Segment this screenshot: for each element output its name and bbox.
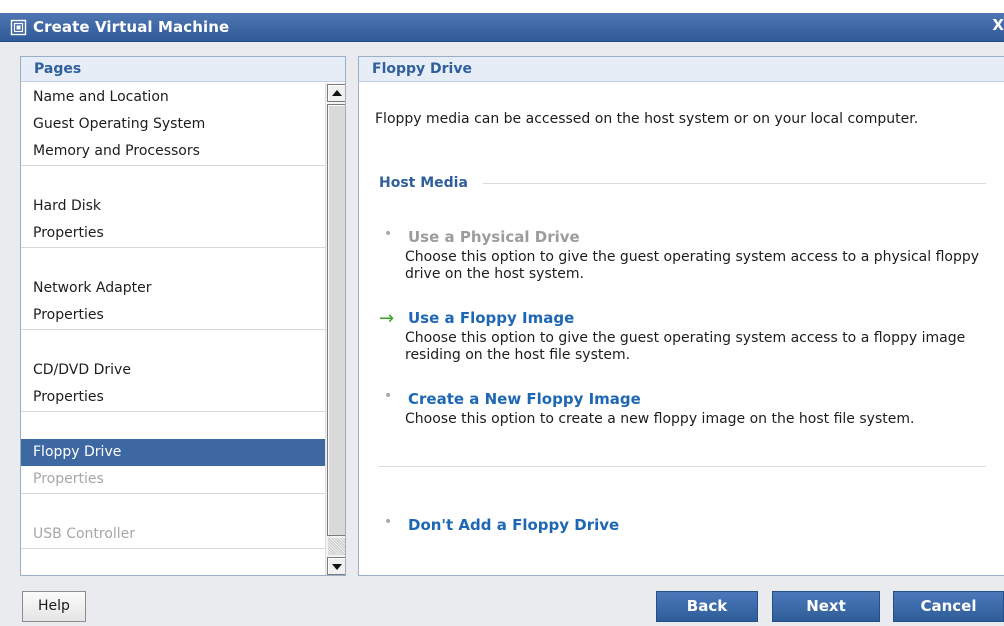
intro-text: Floppy media can be accessed on the host… [375,111,919,127]
scroll-up-button[interactable] [327,84,345,102]
page-item-cd-dvd-drive[interactable]: CD/DVD Drive [21,357,325,384]
window-title-bar: Create Virtual Machine X [0,13,1004,42]
page-item-network-adapter[interactable]: Network Adapter [21,275,325,302]
page-item-hard-disk-properties[interactable]: Properties [21,220,325,247]
content-header: Floppy Drive [359,57,1004,82]
page-item-cd-dvd-drive-properties[interactable]: Properties [21,384,325,411]
arrow-right-icon: → [379,308,395,329]
page-item-floppy-drive-properties: Properties [33,471,104,487]
dont-add-floppy-drive-link[interactable]: Don't Add a Floppy Drive [408,516,619,534]
close-icon[interactable]: X [992,16,1004,38]
use-physical-drive-description: Choose this option to give the guest ope… [405,249,980,282]
page-group-hard-disk: Hard Disk Properties [21,166,325,248]
pages-panel: Pages Name and Location Guest Operating … [20,56,346,576]
scroll-track[interactable] [328,538,345,555]
use-floppy-image-link[interactable]: Use a Floppy Image [408,309,574,327]
page-group-basic: Name and Location Guest Operating System… [21,83,325,166]
section-divider [483,183,986,184]
chevron-down-icon [332,564,342,570]
options-divider [379,466,986,467]
bullet-icon: • [384,514,393,530]
host-media-heading: Host Media [379,174,472,192]
page-group-network-adapter: Network Adapter Properties [21,248,325,330]
page-item-name-and-location[interactable]: Name and Location [21,84,325,111]
page-spacer [21,495,325,521]
page-group-usb-controller: USB Controller [21,494,325,549]
scroll-down-button[interactable] [327,557,345,575]
floppy-drive-panel: Floppy Drive Floppy media can be accesse… [358,56,1004,576]
bullet-icon: • [384,226,393,242]
bullet-icon: • [384,388,393,404]
page-item-hard-disk[interactable]: Hard Disk [21,193,325,220]
virtual-machine-icon [10,19,27,36]
pages-list: Name and Location Guest Operating System… [21,83,325,575]
page-item-guest-operating-system[interactable]: Guest Operating System [21,111,325,138]
page-spacer [21,331,325,357]
window-title: Create Virtual Machine [33,18,230,36]
page-item-usb-controller: USB Controller [33,526,136,542]
chevron-up-icon [332,90,342,96]
page-spacer [21,167,325,193]
use-physical-drive-link: Use a Physical Drive [408,228,580,246]
create-new-floppy-image-link[interactable]: Create a New Floppy Image [408,390,641,408]
cancel-button[interactable]: Cancel [893,591,1004,622]
back-button[interactable]: Back [656,591,758,622]
create-new-floppy-image-description: Choose this option to create a new flopp… [405,411,915,427]
page-spacer [21,413,325,439]
dialog-body: Pages Name and Location Guest Operating … [0,42,1004,626]
next-button[interactable]: Next [772,591,880,622]
page-spacer [21,249,325,275]
page-item-network-adapter-properties[interactable]: Properties [21,302,325,329]
page-item-floppy-drive[interactable]: Floppy Drive [21,439,325,466]
page-group-floppy-drive: Floppy Drive Properties [21,412,325,494]
help-button[interactable]: Help [22,591,86,622]
scroll-thumb[interactable] [327,104,345,536]
page-item-memory-and-processors[interactable]: Memory and Processors [21,138,325,165]
pages-scrollbar[interactable] [325,83,345,575]
pages-header: Pages [21,57,345,82]
use-floppy-image-description: Choose this option to give the guest ope… [405,330,966,363]
page-group-cd-dvd-drive: CD/DVD Drive Properties [21,330,325,412]
